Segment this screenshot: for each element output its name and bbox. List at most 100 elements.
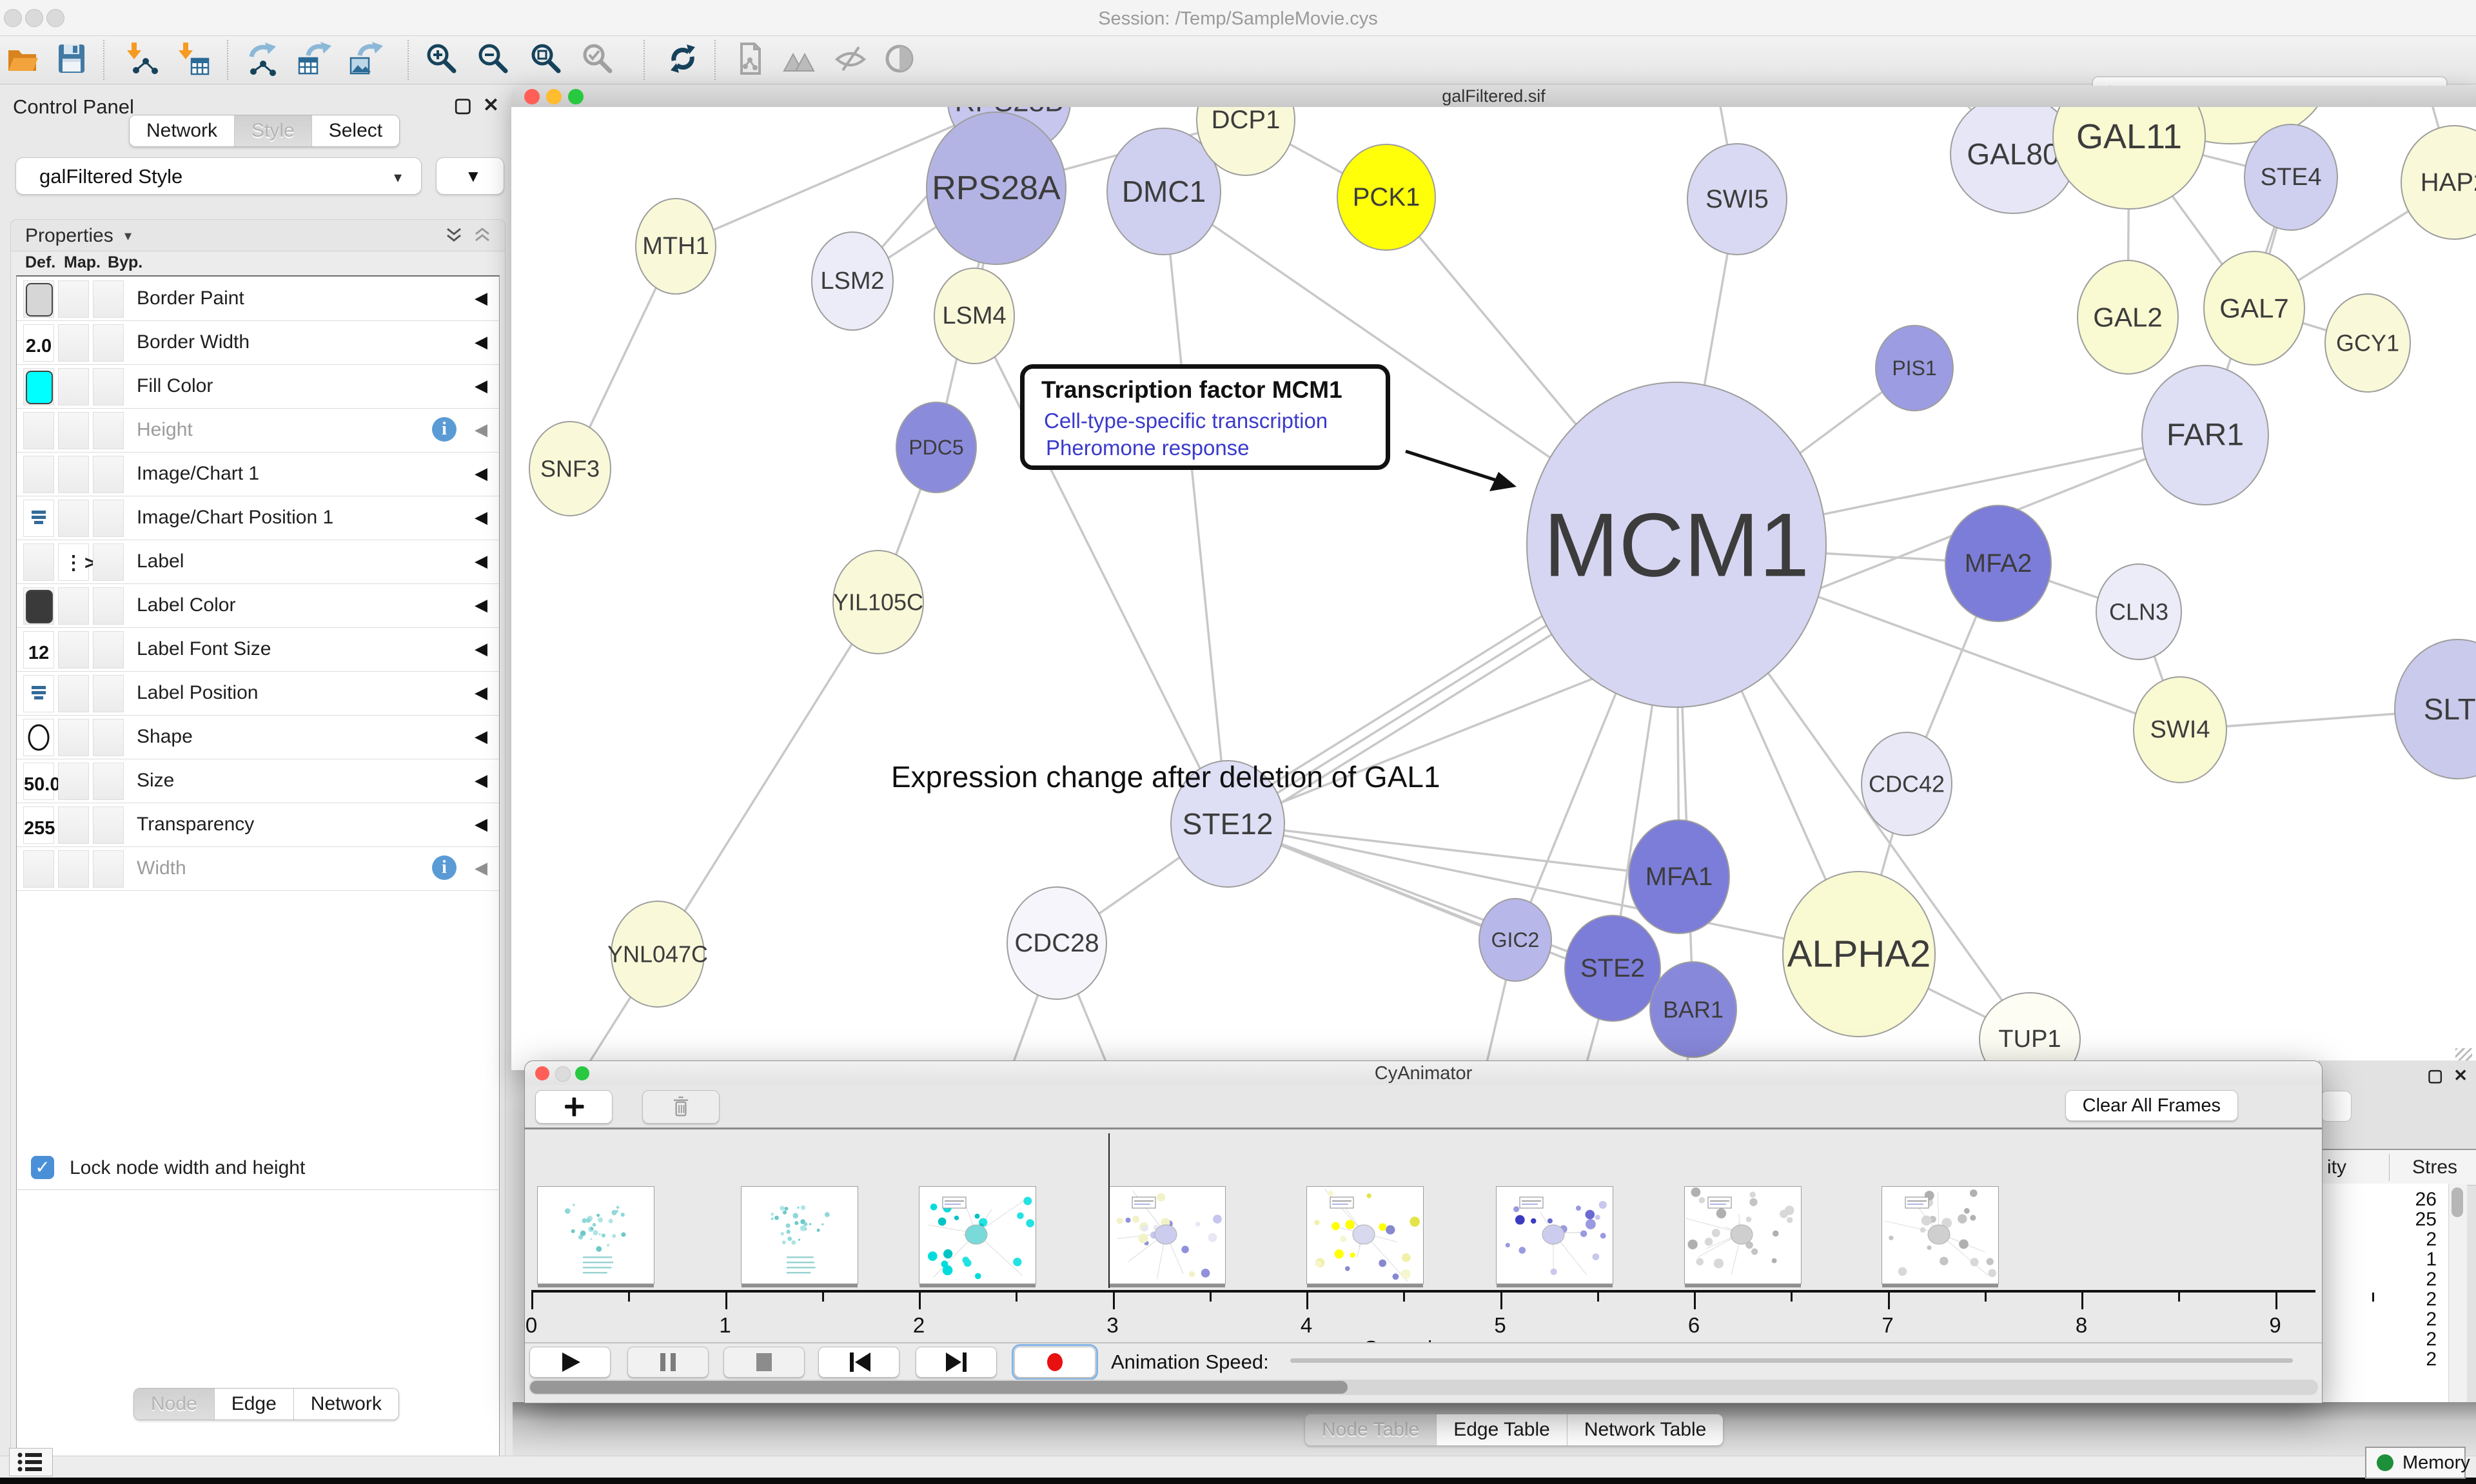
- network-window-titlebar[interactable]: galFiltered.sif: [511, 86, 2476, 108]
- row-expand-arrow-icon[interactable]: ◀: [475, 332, 487, 352]
- table-cell-value[interactable]: 1: [2426, 1249, 2437, 1271]
- tab-select[interactable]: Select: [311, 115, 399, 146]
- def-cell[interactable]: [23, 543, 54, 581]
- tab-network-bottom[interactable]: Network: [293, 1389, 398, 1420]
- table-panel-close-icon[interactable]: ✕: [2453, 1066, 2468, 1086]
- tab-style[interactable]: Style: [234, 115, 311, 146]
- control-panel-close-icon[interactable]: ✕: [483, 94, 499, 117]
- map-cell[interactable]: [58, 368, 89, 405]
- birds-eye-view-button[interactable]: [781, 41, 819, 79]
- byp-cell[interactable]: [93, 368, 124, 405]
- table-cell-value[interactable]: 2: [2426, 1309, 2437, 1331]
- map-cell[interactable]: [58, 324, 89, 362]
- tab-network[interactable]: Network: [130, 115, 234, 146]
- byp-cell[interactable]: [93, 412, 124, 449]
- skip-to-start-button[interactable]: [818, 1347, 899, 1378]
- property-row-label-position[interactable]: Label Position◀: [17, 671, 499, 716]
- tab-edge[interactable]: Edge: [214, 1389, 293, 1420]
- annotation-link-2[interactable]: Pheromone response: [1046, 436, 1250, 460]
- color-swatch[interactable]: [26, 371, 53, 404]
- table-cell-value[interactable]: 2: [2426, 1349, 2437, 1371]
- def-cell[interactable]: [23, 456, 54, 493]
- apply-layout-button[interactable]: [665, 41, 703, 79]
- memory-button[interactable]: Memory: [2365, 1447, 2466, 1479]
- frame-thumbnail-8[interactable]: [1882, 1186, 1999, 1284]
- property-row-border-width[interactable]: 2.0Border Width◀: [17, 320, 499, 365]
- frame-thumbnail-3[interactable]: [919, 1186, 1036, 1284]
- def-cell[interactable]: [23, 500, 54, 537]
- row-expand-arrow-icon[interactable]: ◀: [475, 551, 487, 571]
- info-icon[interactable]: i: [432, 855, 457, 880]
- property-row-transparency[interactable]: 255Transparency◀: [17, 803, 499, 847]
- map-cell[interactable]: [58, 456, 89, 493]
- def-cell[interactable]: 12: [23, 631, 54, 669]
- row-expand-arrow-icon[interactable]: ◀: [475, 420, 487, 440]
- property-row-label[interactable]: ⋮>Label◀: [17, 540, 499, 584]
- table-column-divider[interactable]: [2389, 1154, 2390, 1181]
- table-column-ity[interactable]: ity: [2327, 1157, 2346, 1178]
- style-options-button[interactable]: ▼: [436, 157, 504, 195]
- export-table-button[interactable]: [297, 41, 334, 79]
- row-expand-arrow-icon[interactable]: ◀: [475, 770, 487, 790]
- def-cell[interactable]: [23, 675, 54, 712]
- row-expand-arrow-icon[interactable]: ◀: [475, 639, 487, 659]
- def-cell[interactable]: [23, 280, 54, 318]
- row-expand-arrow-icon[interactable]: ◀: [475, 683, 487, 703]
- byp-cell[interactable]: [93, 280, 124, 318]
- def-cell[interactable]: [23, 587, 54, 625]
- zoom-in-button[interactable]: [424, 41, 462, 79]
- frame-thumbnail-6[interactable]: [1496, 1186, 1613, 1284]
- map-cell[interactable]: [58, 763, 89, 800]
- animator-scrollbar[interactable]: [529, 1380, 2318, 1395]
- save-session-button[interactable]: [54, 41, 92, 79]
- byp-cell[interactable]: [93, 587, 124, 625]
- cyanimator-titlebar[interactable]: CyAnimator: [525, 1061, 2322, 1086]
- def-cell[interactable]: [23, 368, 54, 405]
- table-cell-value[interactable]: 25: [2415, 1209, 2437, 1231]
- collapse-all-icon[interactable]: [473, 226, 492, 246]
- lock-size-checkbox[interactable]: ✓: [31, 1156, 54, 1179]
- frame-thumbnail-5[interactable]: [1306, 1186, 1424, 1284]
- byp-cell[interactable]: [93, 719, 124, 756]
- row-expand-arrow-icon[interactable]: ◀: [475, 814, 487, 834]
- table-cell-value[interactable]: 2: [2426, 1329, 2437, 1351]
- property-row-size[interactable]: 50.0Size◀: [17, 759, 499, 803]
- map-cell[interactable]: ⋮>: [58, 543, 89, 581]
- byp-cell[interactable]: [93, 543, 124, 581]
- row-expand-arrow-icon[interactable]: ◀: [475, 376, 487, 396]
- network-canvas[interactable]: RPS28BMTH1LSM2LSM4RPS28ADMC1DCP1PCK1SWI5…: [511, 107, 2476, 1070]
- annotation-link-1[interactable]: Cell-type-specific transcription: [1044, 409, 1328, 433]
- row-expand-arrow-icon[interactable]: ◀: [475, 507, 487, 527]
- byp-cell[interactable]: [93, 500, 124, 537]
- network-overview-button[interactable]: [732, 41, 770, 79]
- frame-thumbnail-4[interactable]: [1108, 1186, 1226, 1284]
- row-expand-arrow-icon[interactable]: ◀: [475, 727, 487, 747]
- timeline-playhead[interactable]: [1108, 1133, 1110, 1288]
- frame-thumbnail-7[interactable]: [1684, 1186, 1802, 1284]
- animation-speed-slider[interactable]: [1290, 1358, 2293, 1363]
- zoom-selected-button[interactable]: [580, 41, 618, 79]
- color-swatch[interactable]: [26, 283, 53, 317]
- map-cell[interactable]: [58, 412, 89, 449]
- animator-timeline[interactable]: 0123456789Seconds: [525, 1129, 2322, 1323]
- frame-thumbnail-2[interactable]: [741, 1186, 858, 1284]
- map-cell[interactable]: [58, 850, 89, 888]
- play-button[interactable]: [529, 1347, 611, 1378]
- map-cell[interactable]: [58, 587, 89, 625]
- menu-list-button[interactable]: [9, 1448, 53, 1476]
- map-cell[interactable]: [58, 500, 89, 537]
- table-cell-value[interactable]: 26: [2415, 1189, 2437, 1211]
- style-select[interactable]: galFiltered Style ▾: [15, 157, 422, 195]
- tab-edge-table[interactable]: Edge Table: [1436, 1414, 1567, 1445]
- map-cell[interactable]: [58, 675, 89, 712]
- skip-to-end-button[interactable]: [916, 1347, 997, 1378]
- tab-network-table[interactable]: Network Table: [1567, 1414, 1724, 1445]
- tab-node[interactable]: Node: [134, 1389, 214, 1420]
- map-cell[interactable]: [58, 806, 89, 844]
- def-cell[interactable]: 50.0: [23, 763, 54, 800]
- color-swatch[interactable]: [26, 590, 53, 623]
- property-row-image-chart-position-1[interactable]: Image/Chart Position 1◀: [17, 496, 499, 540]
- property-row-fill-color[interactable]: Fill Color◀: [17, 364, 499, 409]
- row-expand-arrow-icon[interactable]: ◀: [475, 858, 487, 878]
- frame-thumbnail-1[interactable]: [537, 1186, 654, 1284]
